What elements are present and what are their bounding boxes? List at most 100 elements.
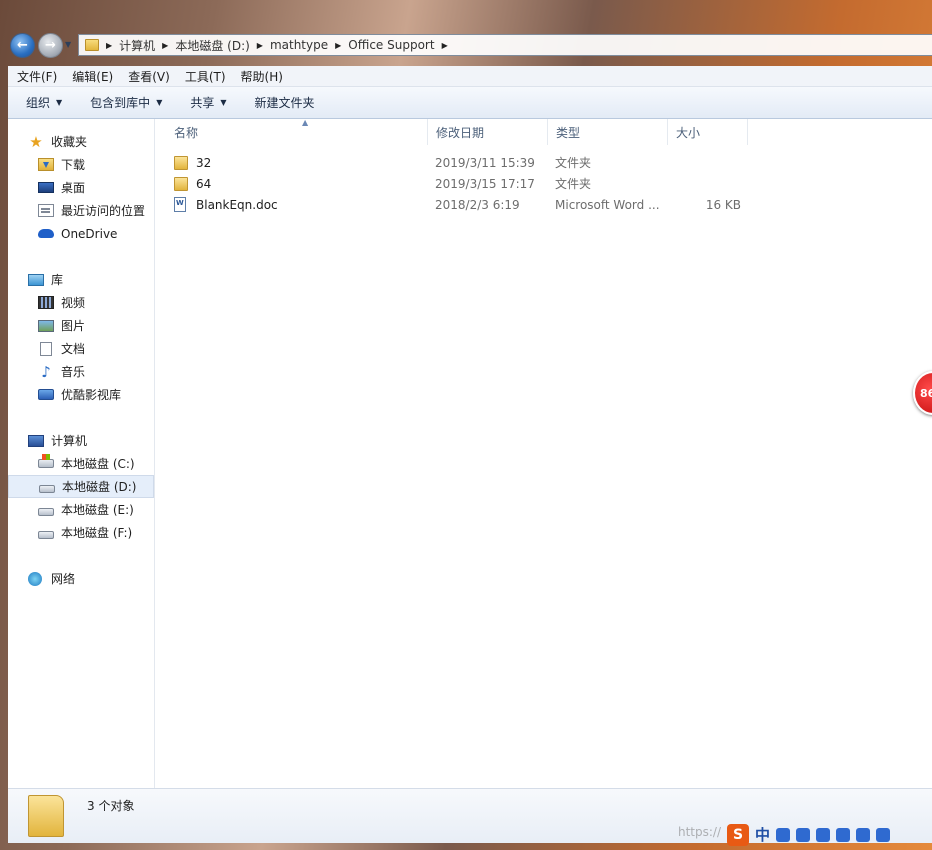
sidebar-item-drive-d[interactable]: 本地磁盘 (D:)	[8, 475, 154, 498]
include-in-library-button[interactable]: 包含到库中 ▼	[90, 94, 162, 111]
recent-pages-dropdown-icon[interactable]: ▼	[65, 40, 71, 49]
organize-button[interactable]: 组织 ▼	[26, 94, 62, 111]
caret-down-icon: ▼	[56, 98, 63, 107]
share-button[interactable]: 共享 ▼	[190, 94, 226, 111]
sogou-logo-icon[interactable]: S	[727, 823, 749, 846]
file-name: 32	[196, 155, 212, 170]
sidebar-item-drive-c[interactable]: 本地磁盘 (C:)	[8, 452, 154, 475]
menu-bar: 文件(F) 编辑(E) 查看(V) 工具(T) 帮助(H)	[8, 66, 932, 87]
watermark: https://	[678, 825, 722, 839]
emoji-icon[interactable]	[796, 827, 811, 842]
video-library-icon	[38, 296, 54, 309]
sidebar-item-label: 图片	[61, 319, 86, 333]
chevron-right-icon[interactable]: ▶	[335, 41, 341, 50]
table-row[interactable]: BlankEqn.doc 2018/2/3 6:19 Microsoft Wor…	[156, 194, 932, 215]
file-name: BlankEqn.doc	[196, 197, 278, 212]
sidebar-item-label: 下载	[61, 158, 86, 172]
sidebar-item-label: 本地磁盘 (E:)	[61, 503, 134, 517]
table-row[interactable]: 32 2019/3/11 15:39 文件夹	[156, 152, 932, 173]
new-folder-button[interactable]: 新建文件夹	[255, 94, 315, 111]
sidebar-item-label: 最近访问的位置	[61, 204, 146, 218]
chevron-right-icon[interactable]: ▶	[442, 41, 448, 50]
chevron-right-icon[interactable]: ▶	[162, 41, 168, 50]
menu-file[interactable]: 文件(F)	[17, 68, 57, 85]
column-header-date-modified[interactable]: 修改日期	[428, 119, 548, 145]
share-label: 共享	[190, 96, 215, 110]
breadcrumb-office-support[interactable]: Office Support	[348, 38, 434, 52]
forward-button[interactable]: →	[38, 33, 63, 58]
skin-icon[interactable]	[876, 827, 891, 842]
input-mode-toggle[interactable]: 中	[755, 824, 770, 845]
folder-icon	[28, 795, 64, 837]
sidebar-item-libraries[interactable]: 库	[8, 268, 154, 291]
sidebar-header-label: 收藏夹	[51, 135, 88, 149]
punctuation-icon[interactable]	[776, 827, 791, 842]
organize-label: 组织	[26, 96, 51, 110]
sidebar-item-youku-library[interactable]: 优酷影视库	[8, 383, 154, 406]
file-type: 文件夹	[555, 156, 592, 170]
sidebar-item-network[interactable]: 网络	[8, 567, 154, 590]
sidebar-item-label: 音乐	[61, 365, 86, 379]
sidebar-item-desktop[interactable]: 桌面	[8, 176, 154, 199]
sidebar-item-music[interactable]: ♪ 音乐	[8, 360, 154, 383]
music-note-icon: ♪	[41, 362, 51, 381]
downloads-folder-icon	[38, 158, 54, 171]
sidebar-item-pictures[interactable]: 图片	[8, 314, 154, 337]
menu-edit[interactable]: 编辑(E)	[72, 68, 113, 85]
library-icon	[28, 273, 44, 286]
column-header-label: 大小	[676, 125, 701, 140]
badge-count: 86	[920, 386, 932, 400]
sidebar-item-label: 优酷影视库	[61, 388, 122, 402]
sidebar-item-recent-places[interactable]: 最近访问的位置	[8, 199, 154, 222]
table-row[interactable]: 64 2019/3/15 17:17 文件夹	[156, 173, 932, 194]
sidebar-item-drive-f[interactable]: 本地磁盘 (F:)	[8, 521, 154, 544]
file-date-modified: 2018/2/3 6:19	[435, 197, 520, 212]
chevron-right-icon[interactable]: ▶	[106, 41, 112, 50]
explorer-content: ★ 收藏夹 下载 桌面 最近访问的位置 OneDrive 库 视频 图片 文档 …	[8, 118, 932, 788]
folder-icon	[174, 152, 188, 173]
breadcrumb-drive-d[interactable]: 本地磁盘 (D:)	[175, 37, 249, 54]
cloud-icon	[38, 229, 54, 238]
microphone-icon[interactable]	[816, 827, 831, 842]
documents-library-icon	[40, 341, 52, 356]
menu-view[interactable]: 查看(V)	[128, 68, 170, 85]
youku-library-icon	[38, 389, 54, 400]
keyboard-icon[interactable]	[836, 827, 851, 842]
menu-help[interactable]: 帮助(H)	[241, 68, 283, 85]
new-folder-label: 新建文件夹	[254, 96, 315, 110]
breadcrumb-mathtype[interactable]: mathtype	[270, 38, 328, 52]
sidebar-item-drive-e[interactable]: 本地磁盘 (E:)	[8, 498, 154, 521]
word-document-icon	[174, 194, 186, 215]
star-icon: ★	[29, 132, 43, 151]
breadcrumb-computer[interactable]: 计算机	[119, 37, 155, 54]
pictures-library-icon	[38, 319, 54, 332]
sidebar-item-computer[interactable]: 计算机	[8, 429, 154, 452]
folder-icon	[85, 39, 99, 51]
address-bar[interactable]: ▶ 计算机 ▶ 本地磁盘 (D:) ▶ mathtype ▶ Office Su…	[78, 34, 932, 56]
sidebar-item-downloads[interactable]: 下载	[8, 153, 154, 176]
column-header-label: 修改日期	[436, 125, 485, 140]
file-size: 16 KB	[705, 197, 741, 212]
navigation-pane: ★ 收藏夹 下载 桌面 最近访问的位置 OneDrive 库 视频 图片 文档 …	[8, 119, 155, 788]
chevron-right-icon[interactable]: ▶	[257, 41, 263, 50]
column-header-type[interactable]: 类型	[548, 119, 668, 145]
desktop-icon	[38, 182, 54, 193]
sidebar-item-favorites[interactable]: ★ 收藏夹	[8, 130, 154, 153]
sidebar-item-documents[interactable]: 文档	[8, 337, 154, 360]
back-button[interactable]: ←	[10, 33, 35, 58]
column-header-size[interactable]: 大小	[668, 119, 748, 145]
sidebar-item-onedrive[interactable]: OneDrive	[8, 222, 154, 245]
sidebar-item-label: 本地磁盘 (F:)	[61, 526, 133, 540]
menu-tools[interactable]: 工具(T)	[185, 68, 226, 85]
file-date-modified: 2019/3/11 15:39	[435, 155, 535, 170]
file-type: Microsoft Word ...	[555, 197, 660, 212]
hard-drive-icon	[39, 484, 55, 493]
caret-down-icon: ▼	[156, 98, 163, 107]
folder-icon	[174, 173, 188, 194]
tools-icon[interactable]	[856, 827, 871, 842]
column-header-name[interactable]: 名称 ▲	[166, 118, 428, 145]
sidebar-item-videos[interactable]: 视频	[8, 291, 154, 314]
sidebar-item-label: 本地磁盘 (D:)	[62, 480, 137, 494]
